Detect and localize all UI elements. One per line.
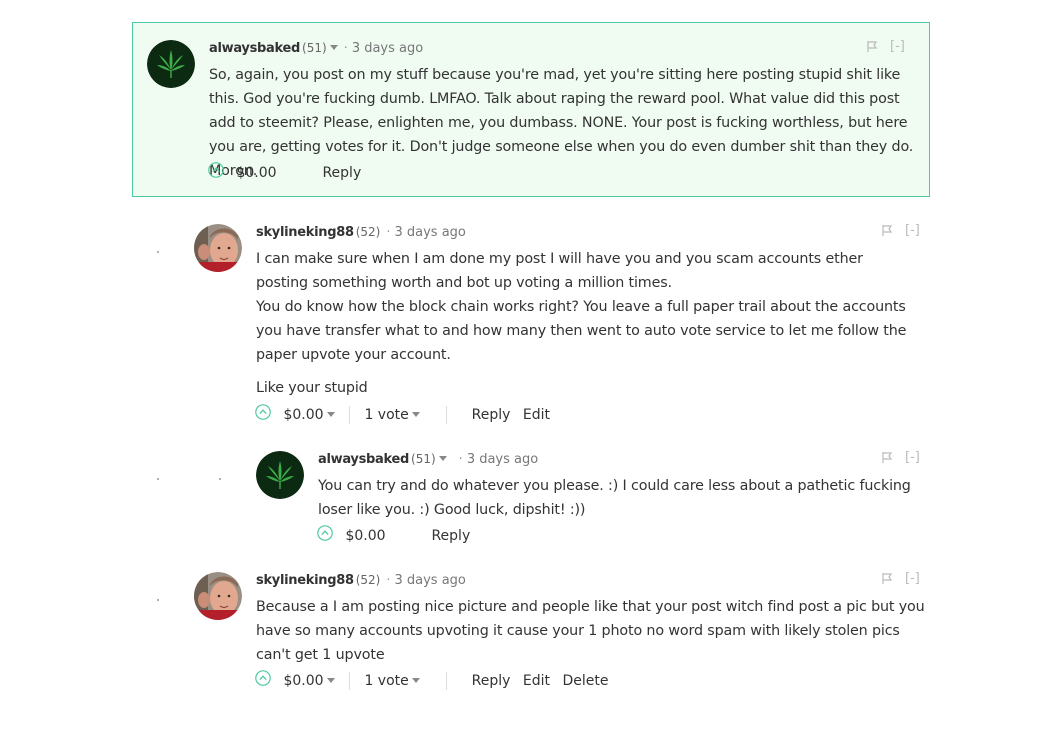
separator-dot: · bbox=[386, 225, 391, 240]
timestamp[interactable]: 3 days ago bbox=[467, 452, 538, 467]
reply-button[interactable]: Reply bbox=[472, 671, 511, 691]
comment-paragraph: You do know how the block chain works ri… bbox=[256, 299, 907, 363]
comment-body: Because a I am posting nice picture and … bbox=[256, 595, 936, 667]
reputation: (52) bbox=[355, 573, 381, 587]
vote-count[interactable]: 1 vote bbox=[364, 671, 408, 691]
chevron-down-icon[interactable] bbox=[411, 411, 420, 417]
payout-value[interactable]: $0.00 bbox=[283, 671, 323, 691]
chevron-down-icon[interactable] bbox=[411, 677, 420, 683]
divider bbox=[349, 406, 350, 424]
divider bbox=[408, 527, 409, 545]
divider bbox=[349, 672, 350, 690]
collapse-toggle[interactable]: [-] bbox=[905, 223, 920, 238]
comment-header: alwaysbaked (51) · 3 days ago bbox=[209, 39, 423, 57]
author-name[interactable]: alwaysbaked bbox=[209, 41, 300, 56]
thread-marker bbox=[157, 251, 159, 253]
collapse-toggle[interactable]: [-] bbox=[890, 39, 905, 54]
divider bbox=[446, 406, 448, 424]
reply-button[interactable]: Reply bbox=[431, 526, 470, 546]
comment-paragraph: I can make sure when I am done my post I… bbox=[256, 251, 863, 291]
comment-paragraph: You can try and do whatever you please. … bbox=[318, 478, 911, 518]
comment-actions: $0.00 1 vote Reply Edit Delete bbox=[255, 670, 608, 692]
comment-paragraph: Because a I am posting nice picture and … bbox=[256, 599, 925, 663]
payout-value[interactable]: $0.00 bbox=[283, 405, 323, 425]
comment-controls: [-] bbox=[881, 223, 920, 238]
author-name[interactable]: skylineking88 bbox=[256, 225, 354, 240]
comment-header: alwaysbaked (51) · 3 days ago bbox=[318, 450, 538, 468]
person-photo-icon bbox=[194, 224, 242, 272]
flag-icon[interactable] bbox=[881, 450, 893, 465]
thread-marker bbox=[157, 478, 159, 480]
separator-dot: · bbox=[386, 573, 391, 588]
payout-value[interactable]: $0.00 bbox=[345, 526, 385, 546]
cannabis-leaf-icon bbox=[256, 451, 304, 499]
reply-button[interactable]: Reply bbox=[322, 163, 361, 183]
reputation: (52) bbox=[355, 225, 381, 239]
flag-icon[interactable] bbox=[881, 571, 893, 586]
reputation: (51) bbox=[411, 452, 436, 466]
author-name[interactable]: alwaysbaked bbox=[318, 452, 409, 467]
chevron-down-icon[interactable] bbox=[326, 411, 335, 417]
collapse-toggle[interactable]: [-] bbox=[905, 571, 920, 586]
comment-actions: $0.00 1 vote Reply Edit bbox=[255, 404, 550, 426]
reply-button[interactable]: Reply bbox=[472, 405, 511, 425]
cannabis-leaf-icon bbox=[147, 40, 195, 88]
chevron-down-icon[interactable] bbox=[329, 45, 338, 50]
comment-actions: $0.00 Reply bbox=[208, 162, 361, 184]
payout-value[interactable]: $0.00 bbox=[236, 163, 276, 183]
comment-body: You can try and do whatever you please. … bbox=[318, 474, 923, 522]
timestamp[interactable]: 3 days ago bbox=[352, 41, 423, 56]
comment-paragraph: Like your stupid bbox=[256, 380, 368, 396]
upvote-icon[interactable] bbox=[208, 162, 224, 184]
divider bbox=[299, 164, 300, 182]
timestamp[interactable]: 3 days ago bbox=[394, 573, 465, 588]
avatar[interactable] bbox=[194, 224, 242, 272]
comment-controls: [-] bbox=[881, 450, 920, 465]
avatar[interactable] bbox=[194, 572, 242, 620]
collapse-toggle[interactable]: [-] bbox=[905, 450, 920, 465]
chevron-down-icon[interactable] bbox=[326, 677, 335, 683]
avatar[interactable] bbox=[147, 40, 195, 88]
upvote-icon[interactable] bbox=[255, 670, 271, 692]
comment-controls: [-] bbox=[881, 571, 920, 586]
reputation: (51) bbox=[302, 41, 327, 55]
separator-dot: · bbox=[458, 452, 463, 467]
chevron-down-icon[interactable] bbox=[438, 456, 447, 461]
comment-body: I can make sure when I am done my post I… bbox=[256, 247, 916, 400]
author-name[interactable]: skylineking88 bbox=[256, 573, 354, 588]
divider bbox=[446, 672, 448, 690]
thread-marker bbox=[219, 478, 221, 480]
edit-button[interactable]: Edit bbox=[523, 405, 550, 425]
upvote-icon[interactable] bbox=[255, 404, 271, 426]
separator-dot: · bbox=[343, 41, 348, 56]
timestamp[interactable]: 3 days ago bbox=[394, 225, 465, 240]
person-photo-icon bbox=[194, 572, 242, 620]
vote-count[interactable]: 1 vote bbox=[364, 405, 408, 425]
upvote-icon[interactable] bbox=[317, 525, 333, 547]
thread-marker bbox=[157, 599, 159, 601]
comment-controls: [-] bbox=[866, 39, 905, 54]
comment-actions: $0.00 Reply bbox=[317, 525, 470, 547]
flag-icon[interactable] bbox=[881, 223, 893, 238]
comment-header: skylineking88 (52) · 3 days ago bbox=[256, 571, 466, 589]
edit-button[interactable]: Edit bbox=[523, 671, 550, 691]
avatar[interactable] bbox=[256, 451, 304, 499]
comment-header: skylineking88 (52) · 3 days ago bbox=[256, 223, 466, 241]
delete-button[interactable]: Delete bbox=[562, 671, 608, 691]
flag-icon[interactable] bbox=[866, 39, 878, 54]
